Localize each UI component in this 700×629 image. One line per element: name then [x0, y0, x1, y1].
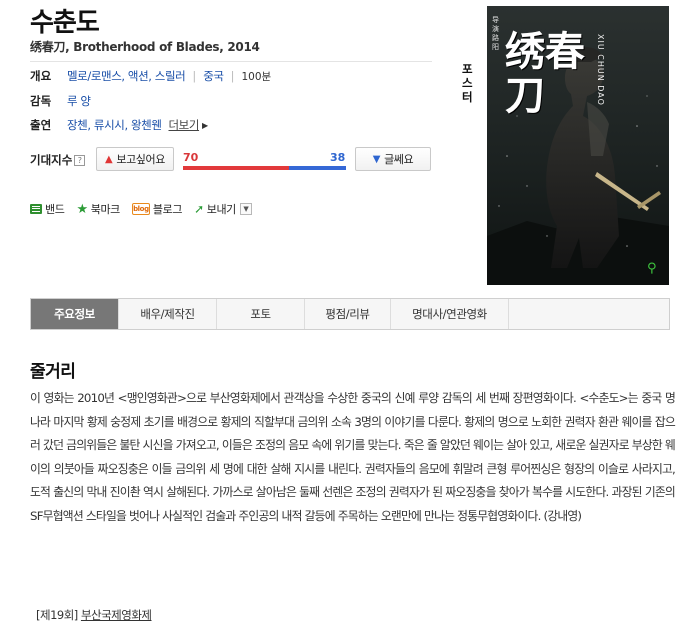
- cast-row: 출연 장첸, 류시시, 왕첸웬 더보기 ▶: [30, 117, 209, 133]
- festival-info: [제19회] 부산국제영화제: [36, 607, 152, 623]
- share-bar: 밴드 ★ 북마크 blog 블로그 ➚ 보내기 ▼: [30, 201, 264, 217]
- header-divider: [30, 61, 432, 62]
- expectation-bar: [183, 166, 346, 170]
- tab-cast-crew[interactable]: 배우/제작진: [119, 299, 217, 329]
- share-bookmark-button[interactable]: ★ 북마크: [76, 201, 121, 217]
- blog-icon: blog: [131, 203, 150, 215]
- runtime: 100분: [241, 70, 272, 83]
- info-separator: |: [192, 69, 197, 83]
- thumbs-down-icon: ▼: [372, 153, 381, 165]
- cast-link-2[interactable]: 류시시: [94, 117, 125, 133]
- festival-edition: [제19회]: [36, 608, 78, 622]
- expectation-label: 기대지수: [30, 153, 73, 167]
- director-link[interactable]: 루 양: [67, 93, 91, 109]
- tab-photo[interactable]: 포토: [217, 299, 305, 329]
- expectation-label-group: 기대지수 ?: [30, 152, 86, 168]
- genre-link-romance[interactable]: 멜로/로맨스: [67, 68, 122, 84]
- not-sure-label: 글쎄요: [384, 153, 414, 166]
- chevron-down-icon[interactable]: ▼: [239, 203, 252, 215]
- synopsis-heading: 줄거리: [30, 362, 76, 382]
- tab-rating-review[interactable]: 평점/리뷰: [305, 299, 391, 329]
- thumbs-up-icon: ▲: [105, 153, 113, 165]
- poster-title-text: 绣春刀: [505, 28, 585, 119]
- movie-title: 수춘도: [30, 8, 100, 38]
- share-send-label: 보내기: [206, 203, 237, 216]
- cast-link-1[interactable]: 장첸: [67, 117, 88, 133]
- share-band-label: 밴드: [45, 203, 65, 216]
- send-icon: ➚: [194, 202, 204, 216]
- info-separator: |: [230, 69, 235, 83]
- expectation-bar-skip: [288, 166, 346, 170]
- chevron-right-icon: ▶: [202, 120, 209, 130]
- genre-link-action[interactable]: 액션: [128, 68, 149, 84]
- not-sure-button[interactable]: ▼ 글쎄요: [355, 147, 431, 171]
- band-icon: [30, 204, 42, 214]
- magnifier-icon[interactable]: ⚲: [647, 261, 657, 276]
- poster-side-label: 포스터: [462, 62, 473, 104]
- country-link[interactable]: 중국: [203, 68, 224, 84]
- overview-label: 개요: [30, 69, 52, 83]
- poster-credit-text: 导演 路阳: [492, 16, 499, 51]
- share-band-button[interactable]: 밴드: [30, 201, 65, 217]
- cast-link-3[interactable]: 왕첸웬: [131, 117, 162, 133]
- director-label: 감독: [30, 94, 52, 108]
- star-icon: ★: [76, 201, 88, 217]
- help-icon[interactable]: ?: [74, 154, 86, 166]
- share-blog-button[interactable]: blog 블로그: [131, 201, 183, 217]
- poster-english-title: XIU CHUN DAO: [596, 34, 605, 106]
- director-row: 감독 루 양: [30, 92, 91, 110]
- share-blog-label: 블로그: [152, 203, 183, 216]
- cast-label: 출연: [30, 118, 52, 132]
- tab-main-info[interactable]: 주요정보: [31, 299, 119, 329]
- synopsis-text: 이 영화는 2010년 <맹인영화관>으로 부산영화제에서 관객상을 수상한 중…: [30, 391, 676, 523]
- share-send-button[interactable]: ➚ 보내기 ▼: [194, 201, 252, 217]
- overview-row: 개요 멜로/로맨스, 액션, 스릴러 | 중국 | 100분: [30, 68, 272, 84]
- tab-quotes-related[interactable]: 명대사/연관영화: [391, 299, 509, 329]
- cast-more-link[interactable]: 더보기: [169, 117, 200, 133]
- expectation-bar-want: [183, 166, 289, 170]
- festival-link[interactable]: 부산국제영화제: [81, 608, 152, 622]
- genre-link-thriller[interactable]: 스릴러: [155, 68, 186, 84]
- skip-count: 38: [330, 151, 346, 164]
- want-to-see-label: 보고싶어요: [116, 153, 165, 166]
- want-count: 70: [183, 151, 199, 164]
- want-to-see-button[interactable]: ▲ 보고싶어요: [96, 147, 174, 171]
- content-tabs: 주요정보 배우/제작진 포토 평점/리뷰 명대사/연관영화: [30, 298, 670, 330]
- share-bookmark-label: 북마크: [90, 203, 121, 216]
- movie-subtitle: 绣春刀, Brotherhood of Blades, 2014: [30, 40, 260, 54]
- movie-poster[interactable]: 导演 路阳 绣春刀 XIU CHUN DAO ⚲: [487, 6, 669, 285]
